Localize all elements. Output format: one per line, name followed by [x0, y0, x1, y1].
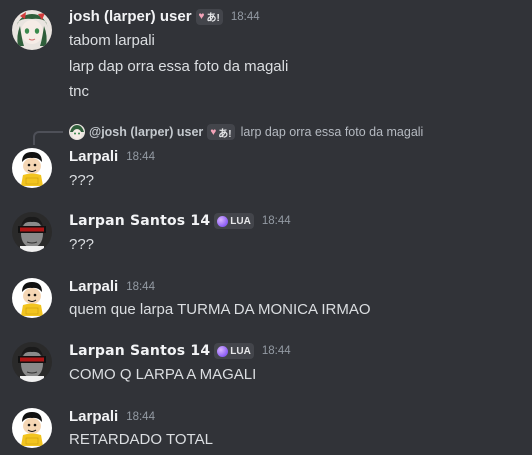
heart-icon: ♥	[210, 126, 217, 138]
username[interactable]: Larpali	[69, 148, 118, 165]
larpali-avatar-icon[interactable]	[12, 148, 52, 188]
reply-text: larp dap orra essa foto da magali	[240, 125, 424, 139]
message-text: quem que larpa TURMA DA MONICA IRMAO	[69, 301, 371, 318]
message-text: ???	[69, 172, 95, 189]
timestamp: 18:44	[126, 150, 155, 163]
username[interactable]: Larpan Santos 14	[69, 213, 210, 229]
larpan-avatar-icon[interactable]	[12, 342, 52, 382]
lua-badge[interactable]: LUA	[214, 213, 254, 229]
reply-reference[interactable]: @josh (larper) user ♥ あ! larp dap orra e…	[69, 124, 423, 140]
reply-spine	[33, 131, 63, 145]
message-header: Larpali 18:44	[69, 278, 155, 295]
josh-mini-avatar-icon	[69, 124, 85, 140]
user-tag-badge[interactable]: ♥ あ!	[195, 8, 223, 25]
username[interactable]: Larpan Santos 14	[69, 343, 210, 359]
timestamp: 18:44	[261, 345, 291, 357]
timestamp: 18:44	[126, 410, 155, 423]
message-text: ???	[69, 236, 95, 253]
reply-username: @josh (larper) user	[89, 125, 204, 139]
message-text: COMO Q LARPA A MAGALI	[69, 366, 257, 383]
larpan-avatar-icon[interactable]	[12, 212, 52, 252]
message-header: josh (larper) user ♥ あ! 18:44	[69, 8, 260, 25]
message-text: tabom larpali	[69, 32, 155, 49]
message-header: Larpali 18:44	[69, 408, 155, 425]
username[interactable]: josh (larper) user	[69, 8, 192, 25]
heart-icon: ♥	[198, 11, 205, 22]
message-text: RETARDADO TOTAL	[69, 431, 213, 448]
larpali-avatar-icon[interactable]	[12, 408, 52, 448]
username[interactable]: Larpali	[69, 278, 118, 295]
message-header: Larpali 18:44	[69, 148, 155, 165]
message-text: larp dap orra essa foto da magali	[69, 58, 289, 75]
message-header: Larpan Santos 14 LUA 18:44	[69, 213, 291, 229]
moon-icon	[217, 345, 229, 357]
reply-user-tag-badge: ♥ あ!	[207, 124, 235, 140]
larpali-avatar-icon[interactable]	[12, 278, 52, 318]
lua-badge[interactable]: LUA	[214, 343, 254, 359]
timestamp: 18:44	[126, 280, 155, 293]
timestamp: 18:44	[230, 10, 260, 23]
message-text: tnc	[69, 83, 90, 100]
message-header: Larpan Santos 14 LUA 18:44	[69, 343, 291, 359]
moon-icon	[217, 215, 229, 227]
timestamp: 18:44	[261, 215, 291, 227]
username[interactable]: Larpali	[69, 408, 118, 425]
josh-avatar-icon[interactable]	[12, 10, 52, 50]
